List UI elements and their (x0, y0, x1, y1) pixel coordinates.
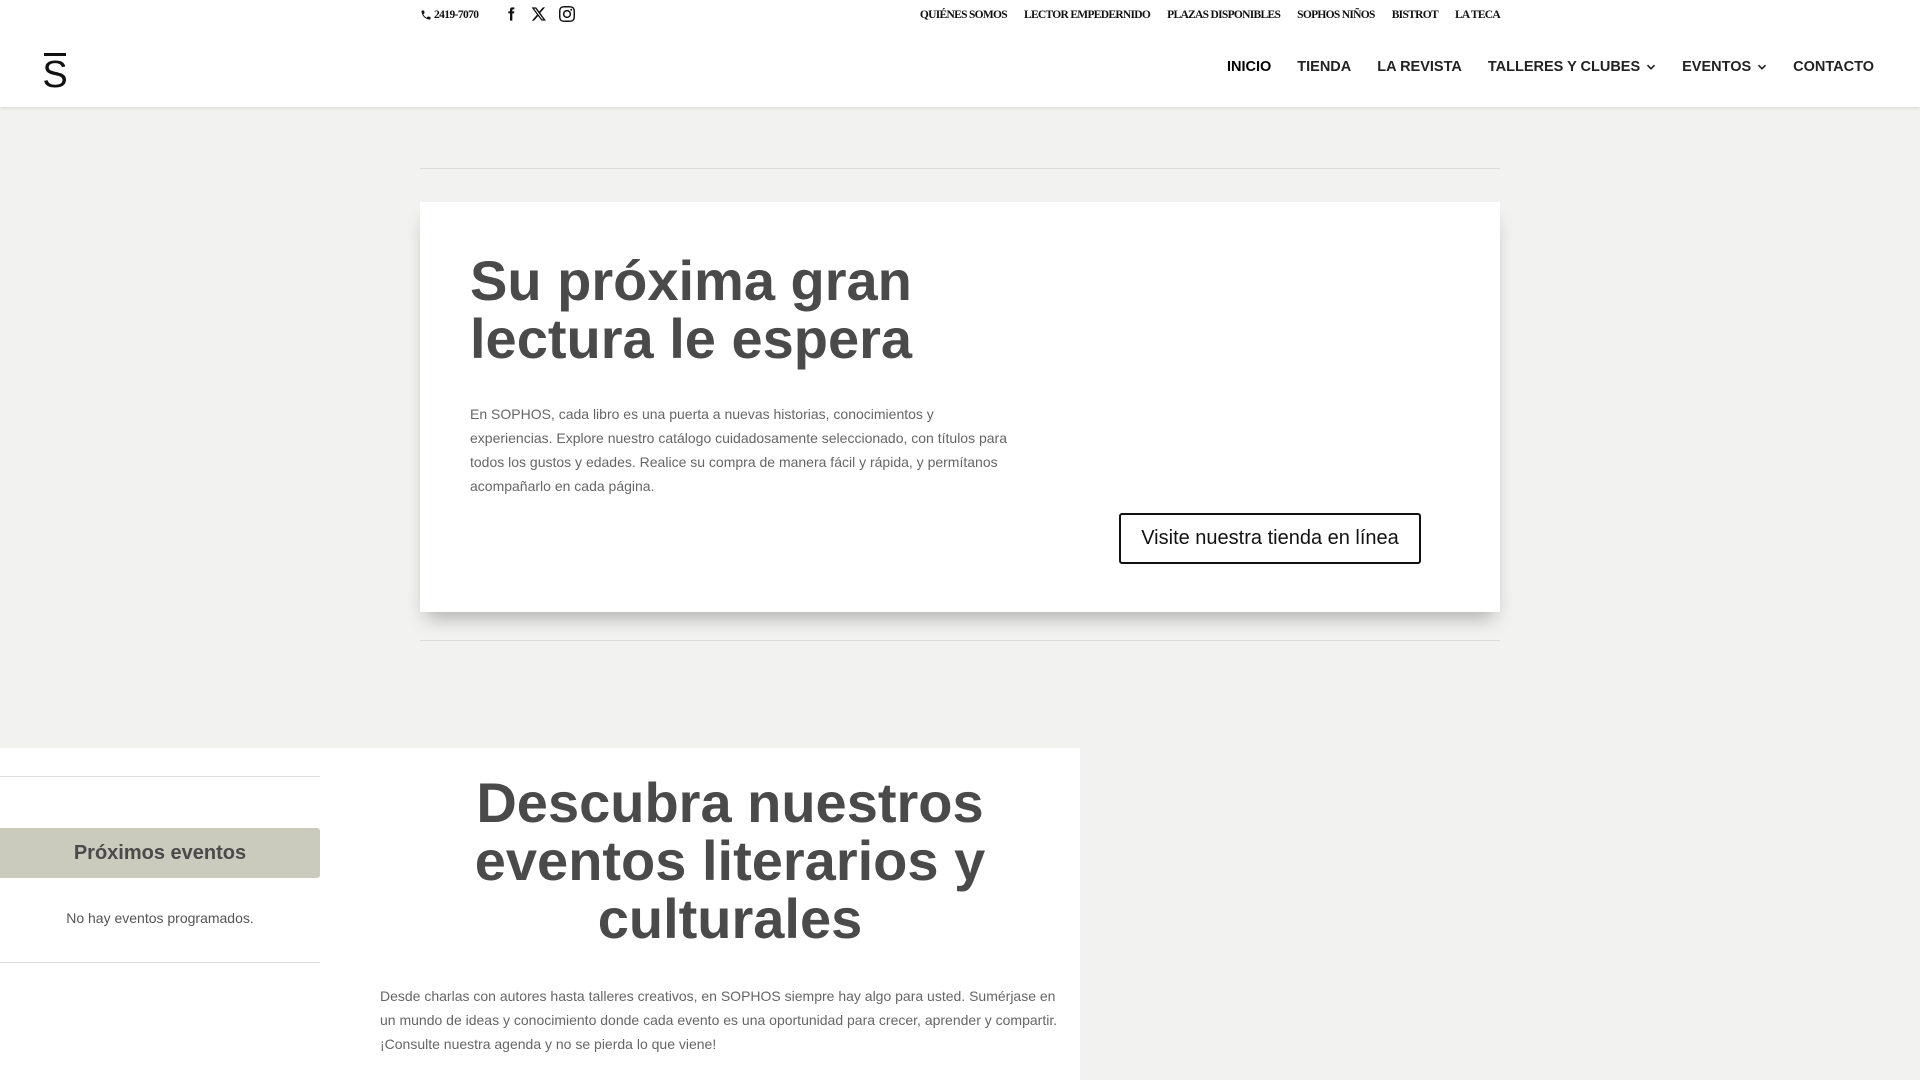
chevron-down-icon (1647, 64, 1656, 70)
facebook-icon[interactable] (502, 5, 520, 23)
visit-store-button[interactable]: Visite nuestra tienda en línea (1119, 513, 1421, 564)
upcoming-events-title: Próximos eventos (0, 828, 320, 878)
events-title: Descubra nuestros eventos literarios y c… (474, 771, 986, 950)
hero-title: Su próxima gran lectura le espera (470, 249, 913, 370)
x-twitter-icon[interactable] (530, 5, 548, 23)
top-bar: 2419-7070 QUIÉNES SOMOS LECTOR EMPEDERNI… (0, 0, 1920, 32)
secnav-sophos-ninos[interactable]: SOPHOS NIÑOS (1297, 9, 1375, 21)
nav-item-label: TIENDA (1297, 59, 1352, 75)
events-text: Desde charlas con autores hasta talleres… (380, 988, 1058, 1052)
divider-top (420, 168, 1500, 169)
nav-item-label: INICIO (1226, 59, 1272, 75)
widget-divider (0, 962, 320, 963)
social-links (502, 5, 576, 23)
nav-item-label: CONTACTO (1793, 59, 1874, 75)
secnav-quienes-somos[interactable]: QUIÉNES SOMOS (920, 9, 1008, 21)
phone-icon (421, 10, 431, 20)
upcoming-events-widget: Próximos eventos No hay eventos programa… (0, 748, 320, 1080)
nav-item-talleres-y-clubes[interactable]: TALLERES Y CLUBES (1488, 59, 1656, 75)
site-logo[interactable]: S (41, 53, 69, 95)
nav-item-eventos[interactable]: EVENTOS (1682, 59, 1767, 75)
widget-divider (0, 776, 320, 777)
nav-item-la-revista[interactable]: LA REVISTA (1377, 59, 1462, 75)
divider-bottom (420, 640, 1500, 641)
secnav-bistrot[interactable]: BISTROT (1392, 9, 1439, 21)
phone-number-text: 2419-7070 (434, 9, 479, 21)
nav-item-label: TALLERES Y CLUBES (1487, 59, 1641, 75)
nav-item-tienda[interactable]: TIENDA (1297, 59, 1351, 75)
nav-item-label: EVENTOS (1682, 59, 1752, 75)
chevron-down-icon (1758, 64, 1767, 70)
logo-letter: S (42, 54, 68, 96)
nav-item-inicio[interactable]: INICIO (1227, 59, 1271, 75)
instagram-icon[interactable] (558, 5, 576, 23)
main-nav: INICIO TIENDA LA REVISTA TALLERES Y CLUB… (1227, 59, 1874, 75)
phone-number[interactable]: 2419-7070 (420, 9, 479, 21)
nav-item-contacto[interactable]: CONTACTO (1793, 59, 1874, 75)
events-section: Próximos eventos No hay eventos programa… (0, 748, 1080, 1080)
no-events-message: No hay eventos programados. (66, 910, 254, 926)
main-header: S INICIO TIENDA LA REVISTA TALLERES Y CL… (0, 32, 1920, 107)
secnav-lector-empedernido[interactable]: LECTOR EMPEDERNIDO (1024, 9, 1151, 21)
secondary-nav: QUIÉNES SOMOS LECTOR EMPEDERNIDO PLAZAS … (920, 9, 1501, 21)
nav-item-label: LA REVISTA (1377, 59, 1462, 75)
secnav-plazas-disponibles[interactable]: PLAZAS DISPONIBLES (1167, 9, 1281, 21)
hero-card: Su próxima gran lectura le espera En SOP… (420, 202, 1500, 612)
secnav-la-teca[interactable]: LA TECA (1455, 9, 1501, 21)
hero-text: En SOPHOS, cada libro es una puerta a nu… (470, 406, 1007, 494)
